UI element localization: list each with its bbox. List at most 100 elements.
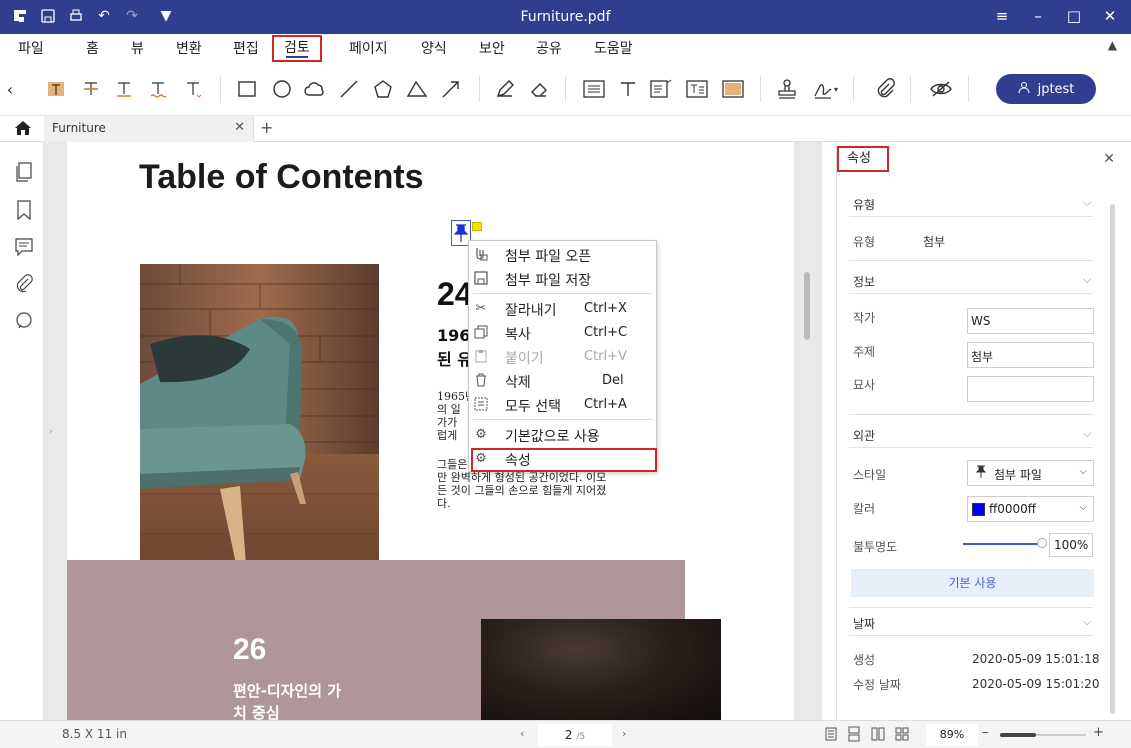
section-info-header[interactable]: 정보 (853, 273, 875, 290)
stamp-icon[interactable] (776, 78, 798, 100)
menu-home[interactable]: 홈 (86, 38, 99, 58)
highlight-icon[interactable] (45, 78, 67, 100)
callout-icon[interactable] (650, 78, 672, 100)
expand-left-panel-icon[interactable]: › (49, 427, 53, 437)
chevron-down-icon[interactable]: ⌵ (1083, 196, 1091, 210)
continuous-view-icon[interactable] (845, 725, 863, 743)
search-icon[interactable] (14, 311, 34, 331)
color-select[interactable]: ff0000ff ⌵ (967, 496, 1094, 522)
description-field[interactable] (967, 376, 1094, 402)
bookmark-icon[interactable] (14, 200, 34, 220)
menu-item-open-attachment[interactable]: 첨부 파일 오픈 (469, 243, 656, 265)
text-box-icon[interactable] (583, 78, 605, 100)
zoom-level[interactable]: 89% (926, 724, 978, 746)
current-page: 2 (564, 728, 573, 742)
zoom-in-icon[interactable]: + (1093, 725, 1104, 740)
grid-view-icon[interactable] (893, 725, 911, 743)
pencil-icon[interactable] (494, 78, 516, 100)
panel-scrollbar[interactable] (1110, 204, 1115, 714)
menu-form[interactable]: 양식 (421, 38, 447, 58)
zoom-out-icon[interactable]: – (982, 725, 989, 740)
page-number-input[interactable]: 2 /5 (538, 724, 612, 746)
rectangle-icon[interactable] (236, 78, 258, 100)
style-select[interactable]: 첨부 파일 ⌵ (967, 460, 1094, 486)
author-field[interactable]: WS (967, 308, 1094, 334)
cloud-icon[interactable] (304, 78, 326, 100)
toolbar-separator (565, 76, 566, 102)
previous-page-icon[interactable]: ‹ (520, 727, 524, 740)
minimize-button[interactable]: – (1031, 6, 1045, 26)
zoom-slider-fill[interactable] (1000, 733, 1036, 737)
close-tab-icon[interactable]: ✕ (234, 120, 245, 135)
squiggly-underline-icon[interactable] (147, 78, 169, 100)
next-page-icon[interactable]: › (622, 727, 626, 740)
polygon-icon[interactable] (372, 78, 394, 100)
menu-page[interactable]: 페이지 (349, 38, 388, 58)
two-page-view-icon[interactable] (869, 725, 887, 743)
hide-annotations-icon[interactable] (928, 78, 954, 100)
menu-edit[interactable]: 편집 (233, 38, 259, 58)
arrow-icon[interactable] (440, 78, 462, 100)
attachments-panel-icon[interactable] (14, 274, 34, 294)
maximize-button[interactable]: □ (1067, 6, 1081, 26)
opacity-slider-track[interactable] (963, 543, 1039, 545)
section-divider (849, 216, 1093, 217)
eraser-icon[interactable] (528, 78, 550, 100)
section-date-header[interactable]: 날짜 (853, 615, 875, 632)
menu-item-select-all[interactable]: 모두 선택 Ctrl+A (469, 393, 656, 415)
subject-field[interactable]: 첨부 (967, 342, 1094, 368)
use-default-button[interactable]: 기본 사용 (851, 569, 1094, 597)
text-field-icon[interactable] (686, 78, 708, 100)
pages-icon[interactable] (14, 162, 34, 182)
line-icon[interactable] (338, 78, 360, 100)
user-account-button[interactable]: jptest (996, 74, 1096, 104)
attachment-icon[interactable] (874, 78, 896, 100)
section-type-header[interactable]: 유형 (853, 196, 875, 213)
chevron-down-icon[interactable]: ⌵ (1083, 273, 1091, 287)
chevron-down-icon[interactable]: ⌵ (1083, 427, 1091, 441)
menu-item-set-default[interactable]: ⚙ 기본값으로 사용 (469, 423, 656, 446)
section-appearance-header[interactable]: 외관 (853, 427, 875, 444)
close-button[interactable]: ✕ (1103, 6, 1117, 26)
menu-help[interactable]: 도움말 (594, 38, 633, 58)
note-annotation-icon[interactable] (472, 222, 482, 231)
underline-icon[interactable] (113, 78, 135, 100)
menu-file[interactable]: 파일 (18, 38, 44, 58)
menu-item-cut[interactable]: ✂ 잘라내기 Ctrl+X (469, 297, 656, 320)
document-viewer[interactable]: › Table of Contents 24 196 된 유 1965년 의 일… (44, 142, 822, 720)
circle-icon[interactable] (271, 78, 293, 100)
menu-item-paste[interactable]: 붙이기 Ctrl+V (469, 345, 656, 367)
menu-item-save-attachment[interactable]: 첨부 파일 저장 (469, 267, 656, 289)
opacity-input[interactable]: 100% (1049, 533, 1093, 557)
close-panel-icon[interactable]: ✕ (1103, 151, 1115, 167)
typewriter-icon[interactable] (617, 78, 639, 100)
insert-text-icon[interactable] (182, 78, 204, 100)
strikethrough-icon[interactable] (80, 78, 102, 100)
menu-security[interactable]: 보안 (479, 38, 505, 58)
menu-review[interactable]: 검토 (272, 35, 322, 62)
polyline-icon[interactable] (406, 78, 428, 100)
home-icon[interactable] (14, 120, 34, 138)
menu-convert[interactable]: 변환 (176, 38, 202, 58)
properties-highlight-frame (471, 448, 657, 472)
area-highlight-icon[interactable] (722, 78, 744, 100)
menu-item-copy[interactable]: 복사 Ctrl+C (469, 321, 656, 343)
single-page-view-icon[interactable] (822, 725, 840, 743)
comment-icon[interactable] (14, 237, 34, 257)
add-tab-icon[interactable]: + (260, 118, 273, 137)
menu-view[interactable]: 뷰 (131, 38, 144, 58)
opacity-slider-handle[interactable] (1037, 538, 1047, 548)
signature-icon[interactable]: ▾ (810, 78, 840, 100)
toolbar-scroll-left-icon[interactable]: ‹ (2, 78, 18, 100)
chevron-down-icon[interactable]: ⌵ (1083, 615, 1091, 629)
menu-icon[interactable]: ≡ (995, 6, 1009, 26)
menu-share[interactable]: 공유 (536, 38, 562, 58)
section-divider (849, 293, 1093, 294)
title-bar: ↶ ↷ ▼ Furniture.pdf ≡ – □ ✕ (0, 0, 1131, 34)
section-divider (849, 607, 1093, 608)
menu-item-delete[interactable]: 삭제 Del (469, 369, 656, 391)
collapse-ribbon-icon[interactable]: ▲ (1108, 38, 1117, 52)
document-scrollbar[interactable] (804, 272, 810, 340)
menu-item-shortcut: Del (602, 373, 624, 388)
document-tab[interactable]: Furniture ✕ (44, 116, 254, 142)
